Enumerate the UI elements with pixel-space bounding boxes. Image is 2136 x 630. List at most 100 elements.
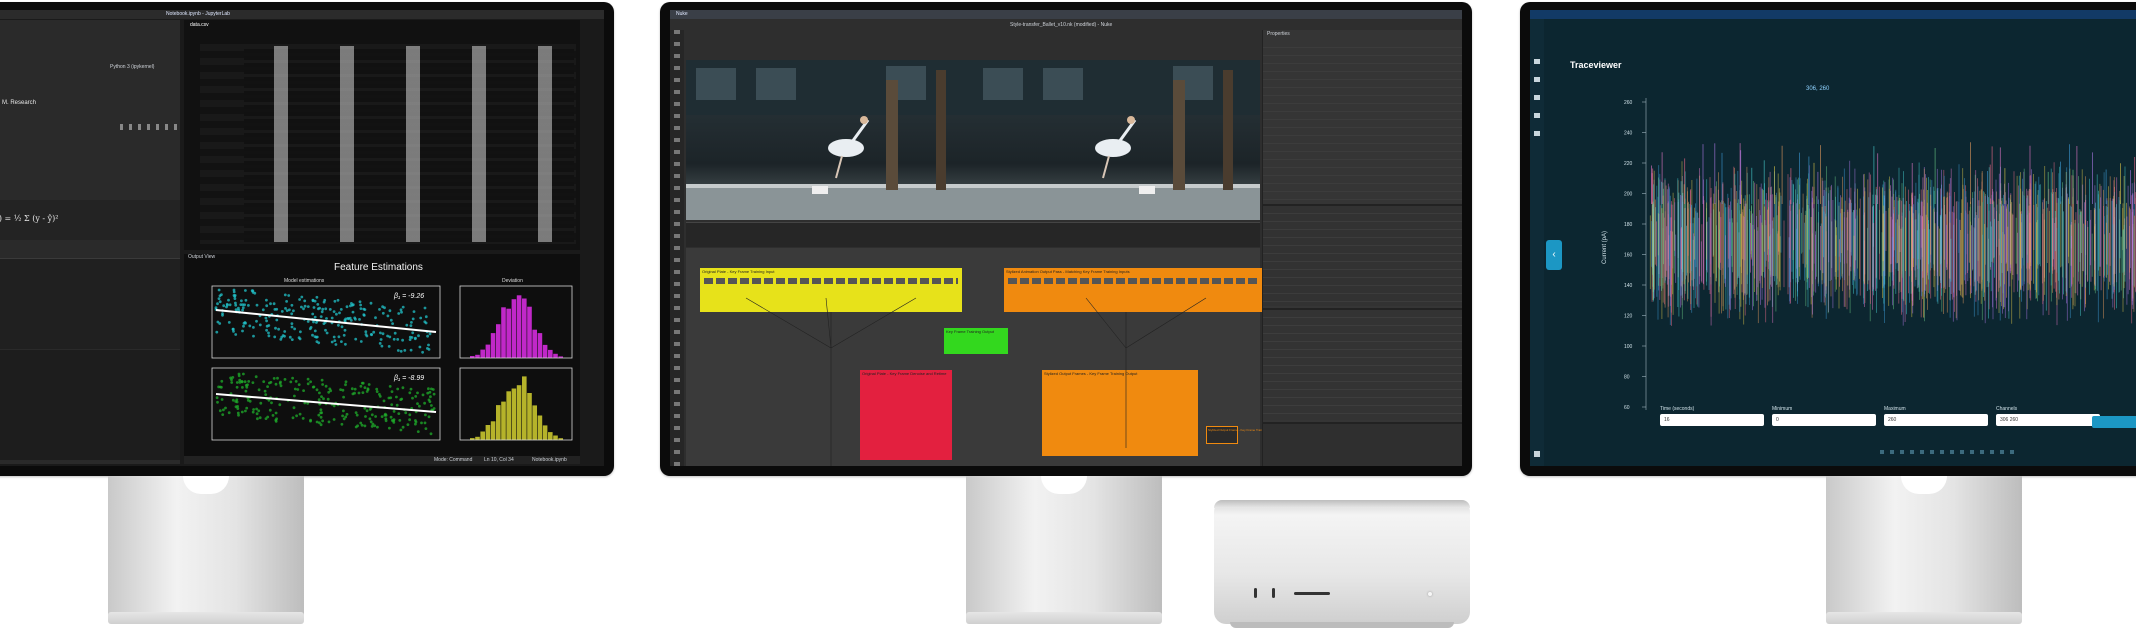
histogram-bar bbox=[475, 354, 480, 358]
scatter-point bbox=[306, 305, 310, 308]
scatter-point bbox=[217, 297, 221, 300]
scatter-point bbox=[390, 403, 394, 406]
scatter-point bbox=[388, 426, 391, 430]
scatter-point bbox=[240, 299, 243, 303]
scatter-point bbox=[344, 383, 347, 387]
output-tab[interactable]: Output View bbox=[188, 254, 215, 260]
scatter-point bbox=[424, 427, 428, 430]
mac-studio bbox=[1214, 500, 1470, 628]
histogram-bar bbox=[485, 425, 491, 440]
scatter-point bbox=[265, 328, 268, 332]
scatter-point bbox=[239, 303, 243, 306]
scatter-point bbox=[410, 321, 413, 324]
scatter-point bbox=[252, 326, 255, 329]
scatter-point bbox=[216, 400, 219, 404]
scatter-point bbox=[294, 380, 298, 383]
scatter-point bbox=[412, 310, 416, 313]
scatter-point bbox=[313, 329, 317, 333]
scatter-point bbox=[423, 421, 427, 425]
scatter-point bbox=[395, 403, 399, 407]
scatter-point bbox=[306, 377, 310, 381]
scatter-point bbox=[359, 340, 363, 343]
scatter-point bbox=[311, 385, 315, 389]
status-mid: Ln 10, Col 34 bbox=[484, 457, 514, 463]
menu-bar: Notebook.ipynb - JupyterLab bbox=[0, 10, 604, 19]
field-input[interactable]: 260 bbox=[1884, 414, 1988, 426]
scatter-point bbox=[414, 420, 418, 424]
scatter-point bbox=[424, 315, 428, 319]
beta-bottom: β₁ = -8.99 bbox=[393, 375, 424, 382]
histogram-bar bbox=[516, 295, 522, 358]
scatter-point bbox=[319, 415, 323, 419]
field-label: Time (seconds) bbox=[1660, 406, 1695, 412]
node-graph[interactable]: Original Plate - Key Frame Training Inpu… bbox=[686, 248, 1277, 466]
y-tick-label: 260 bbox=[1624, 100, 1633, 106]
scatter-point bbox=[240, 410, 244, 414]
field-input[interactable]: 16 bbox=[1660, 414, 1764, 426]
scatter-point bbox=[387, 345, 391, 348]
scatter-point bbox=[311, 333, 314, 337]
field-input[interactable]: 0 bbox=[1772, 414, 1876, 426]
collapse-button[interactable]: ‹ bbox=[1546, 240, 1562, 270]
y-tick-label: 60 bbox=[1624, 405, 1630, 411]
scatter-point bbox=[222, 304, 226, 308]
scatter-point bbox=[247, 380, 251, 383]
scatter-point bbox=[262, 380, 266, 383]
notebook-editor[interactable]: Python 3 (ipykernel) M. Research θ) = ½ … bbox=[0, 20, 180, 464]
scatter-point bbox=[283, 378, 287, 381]
field-input[interactable]: 306 260 bbox=[1996, 414, 2100, 426]
scatter-point bbox=[317, 413, 321, 417]
mac-studio-top bbox=[1214, 500, 1470, 508]
node-connections bbox=[745, 297, 1207, 466]
scatter-point bbox=[315, 420, 319, 424]
status-right: Notebook.ipynb bbox=[532, 457, 567, 463]
feature-figure: Model estimations Deviation β₁ = -9.26 β… bbox=[211, 278, 573, 441]
scatter-point bbox=[266, 415, 270, 419]
histogram-bar bbox=[532, 405, 537, 440]
pagination-dots[interactable] bbox=[1880, 450, 2016, 454]
scatter-point bbox=[232, 294, 236, 297]
file-tab[interactable]: data.csv bbox=[190, 22, 209, 28]
scatter-point bbox=[408, 418, 411, 422]
load-button[interactable] bbox=[2092, 416, 2136, 428]
field-group: Maximum 260 bbox=[1884, 406, 1988, 426]
sidebar-icons[interactable] bbox=[1534, 59, 1540, 149]
center-monitor: Nuke Style-transfer_Ballet_v10.nk (modif… bbox=[660, 2, 1472, 476]
scatter-point bbox=[369, 333, 373, 336]
histogram-bar bbox=[553, 435, 558, 440]
scatter-point bbox=[411, 317, 415, 321]
scatter-point bbox=[349, 304, 352, 308]
scatter-point bbox=[399, 308, 403, 312]
scatter-point bbox=[290, 325, 294, 329]
scatter-point bbox=[353, 387, 357, 391]
scatter-point bbox=[378, 308, 381, 311]
scatter-point bbox=[342, 395, 345, 399]
data-table-panel[interactable]: data.csv bbox=[184, 20, 580, 250]
scatter-point bbox=[380, 415, 384, 418]
histogram-bar bbox=[542, 344, 548, 358]
properties-panel[interactable]: Properties bbox=[1262, 30, 1462, 466]
timeline[interactable] bbox=[686, 222, 1260, 247]
scatter-point bbox=[332, 335, 336, 339]
histogram-bar bbox=[490, 421, 496, 440]
scatter-point bbox=[321, 307, 325, 311]
scatter-point bbox=[427, 343, 430, 347]
scatter-point bbox=[241, 308, 244, 312]
scatter-point bbox=[319, 408, 323, 412]
scatter-point bbox=[266, 385, 269, 388]
scatter-point bbox=[265, 304, 269, 308]
scatter-point bbox=[345, 305, 349, 309]
scatter-point bbox=[214, 306, 218, 310]
scatter-point bbox=[330, 316, 334, 320]
right-stand-base bbox=[1826, 612, 2022, 624]
scatter-point bbox=[258, 416, 262, 420]
histogram-bar bbox=[516, 385, 522, 440]
scatter-point bbox=[393, 331, 397, 335]
scatter-point bbox=[265, 319, 268, 323]
scatter-point bbox=[392, 410, 396, 413]
sidebar-bottom-icon[interactable] bbox=[1534, 451, 1540, 457]
fit-line-top bbox=[215, 309, 437, 333]
scatter-point bbox=[370, 425, 374, 428]
scatter-point bbox=[311, 312, 315, 316]
scatter-point bbox=[363, 424, 367, 428]
